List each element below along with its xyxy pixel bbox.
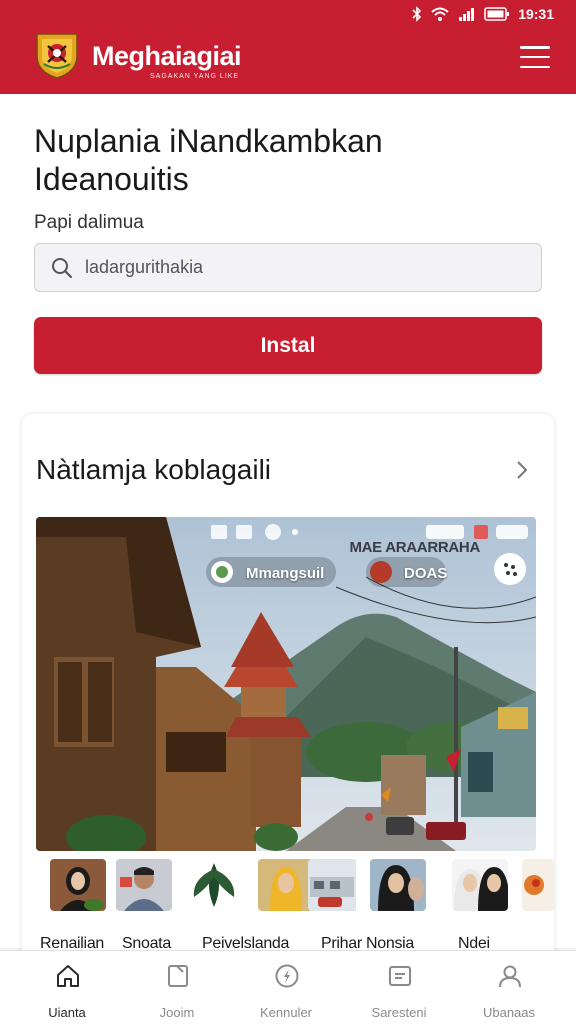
emblem-logo-icon (36, 33, 78, 79)
nav-explore[interactable]: Kennuler (236, 963, 336, 1020)
app-header: 19:31 Meghaiagiai SAGAKAN YANG LIKE (0, 0, 576, 94)
thumbnail-ndei[interactable] (452, 859, 508, 911)
hamburger-menu-icon[interactable] (520, 46, 550, 68)
thumbnail-partial[interactable] (522, 859, 554, 911)
wifi-icon (431, 7, 449, 21)
nav-profile[interactable]: Ubanaas (459, 963, 559, 1020)
nav-messages[interactable]: Saresteni (349, 963, 449, 1020)
hero-image[interactable]: MAE ARAARRAHA Mmangsuil DOAS (36, 517, 536, 851)
brand[interactable]: Meghaiagiai SAGAKAN YANG LIKE (34, 32, 242, 80)
install-button[interactable]: Instal (34, 317, 542, 374)
thumbnail-peivelslanda[interactable] (186, 859, 242, 911)
thumbnail-street[interactable] (308, 859, 364, 911)
thumbnail-renailian[interactable] (50, 859, 106, 911)
main-content: Nuplania iNandkambkan Ideanouitis Papi d… (0, 94, 576, 974)
featured-card: Nàtlamja koblagaili MAE ARAARRAHA Mmangs… (22, 414, 554, 974)
nav-home[interactable]: Uianta (17, 963, 117, 1020)
chevron-right-icon[interactable] (512, 458, 532, 482)
signal-icon (459, 8, 475, 21)
home-icon (57, 965, 79, 987)
document-icon (168, 965, 188, 987)
nav-label: Uianta (48, 1005, 86, 1020)
battery-icon (484, 7, 510, 21)
thumbnail-nonsia[interactable] (370, 859, 426, 911)
search-field-label: Papi dalimua (34, 212, 144, 233)
clock-time: 19:31 (518, 6, 554, 22)
thumbnail-prihar[interactable] (258, 859, 314, 911)
status-bar: 19:31 (412, 5, 554, 23)
app-tagline: SAGAKAN YANG LIKE (150, 73, 240, 80)
nav-documents[interactable]: Jooim (127, 963, 227, 1020)
bluetooth-icon (412, 6, 422, 22)
more-options-icon[interactable] (494, 553, 526, 585)
thumbnail-snoata[interactable] (116, 859, 172, 911)
card-title: Nàtlamja koblagaili (36, 454, 272, 485)
search-field[interactable] (34, 243, 542, 292)
page-title: Nuplania iNandkambkan Ideanouitis (34, 123, 383, 197)
nav-label: Kennuler (259, 1005, 313, 1020)
nav-label: Jooim (159, 1005, 195, 1020)
search-input[interactable] (85, 257, 515, 278)
search-icon (52, 257, 73, 278)
hero-overlay-title: MAE ARAARRAHA (349, 539, 480, 556)
bottom-navigation: Uianta Jooim Kennuler Saresteni Ubanaas (0, 950, 576, 1024)
hero-chip-right[interactable]: DOAS (404, 565, 447, 582)
message-icon (389, 966, 411, 986)
nav-label: Saresteni (371, 1005, 427, 1020)
compass-icon (275, 964, 299, 988)
profile-icon (499, 965, 521, 988)
hero-chip-left[interactable]: Mmangsuil (246, 565, 324, 582)
nav-label: Ubanaas (482, 1005, 536, 1020)
app-name: Meghaiagiai (92, 41, 242, 71)
